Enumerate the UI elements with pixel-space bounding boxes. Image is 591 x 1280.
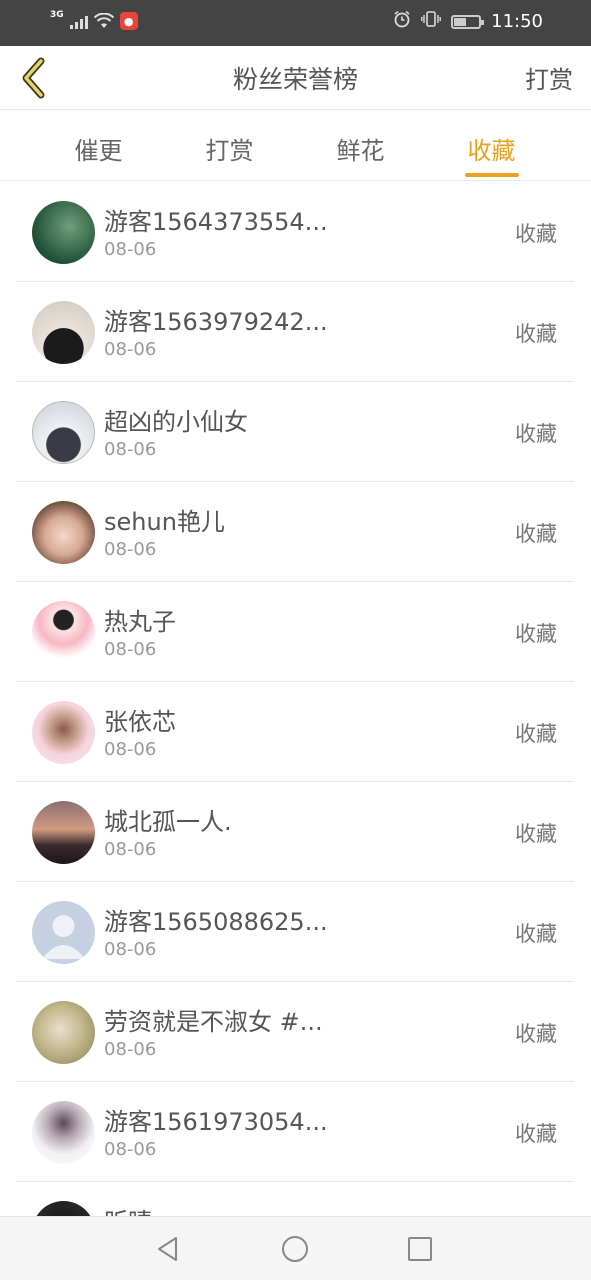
fan-list[interactable]: 游客1564373554... 08-06 收藏 游客1563979242...… <box>16 182 574 1216</box>
fan-name: 热丸子 <box>104 608 176 636</box>
fan-date: 08-06 <box>104 339 157 360</box>
fan-name: 超凶的小仙女 <box>104 408 248 436</box>
tab-flowers[interactable]: 鲜花 <box>295 111 426 181</box>
fan-name: 张依芯 <box>104 708 176 736</box>
tip-button[interactable]: 打赏 <box>525 60 573 95</box>
fan-name: 游客1564373554... <box>104 208 328 236</box>
fan-name: 劳资就是不淑女 #... <box>104 1008 323 1036</box>
fan-action: 收藏 <box>515 422 557 446</box>
status-right: 11:50 <box>393 10 543 33</box>
tab-tip[interactable]: 打赏 <box>164 111 295 181</box>
list-item[interactable]: 昕晴 08-06 收藏 <box>16 1182 574 1216</box>
fan-date: 08-06 <box>104 1139 157 1160</box>
tab-favorites[interactable]: 收藏 <box>426 111 557 181</box>
square-recents-icon <box>408 1237 432 1261</box>
fan-action: 收藏 <box>515 322 557 346</box>
fan-action: 收藏 <box>515 922 557 946</box>
list-item[interactable]: 城北孤一人. 08-06 收藏 <box>16 782 574 882</box>
fan-date: 08-06 <box>104 739 157 760</box>
app-notification-icon: ● <box>119 12 138 30</box>
list-item[interactable]: 游客1564373554... 08-06 收藏 <box>16 182 574 282</box>
list-item[interactable]: 游客1565088625... 08-06 收藏 <box>16 882 574 982</box>
status-bar: 3G ● 11:50 <box>0 0 591 46</box>
page-title: 粉丝荣誉榜 <box>232 65 358 94</box>
list-item[interactable]: 游客1561973054... 08-06 收藏 <box>16 1082 574 1182</box>
nav-recents-button[interactable] <box>404 1233 436 1265</box>
avatar <box>32 501 95 564</box>
fan-action: 收藏 <box>515 722 557 746</box>
list-item[interactable]: 热丸子 08-06 收藏 <box>16 582 574 682</box>
avatar <box>32 1001 95 1064</box>
fan-name: 游客1565088625... <box>104 908 328 936</box>
nav-home-button[interactable] <box>279 1233 311 1265</box>
fan-name: sehun艳儿 <box>104 508 225 536</box>
fan-name: 昕晴 <box>104 1202 152 1216</box>
fan-action: 收藏 <box>515 222 557 246</box>
avatar <box>32 1201 95 1216</box>
avatar <box>32 601 95 664</box>
alarm-icon <box>393 10 411 33</box>
status-time: 11:50 <box>491 11 543 32</box>
list-item[interactable]: 超凶的小仙女 08-06 收藏 <box>16 382 574 482</box>
battery-icon <box>451 14 485 29</box>
tab-urge[interactable]: 催更 <box>33 111 164 181</box>
fan-action: 收藏 <box>515 822 557 846</box>
fan-action: 收藏 <box>515 1122 557 1146</box>
vibrate-icon <box>421 10 442 33</box>
list-item[interactable]: 张依芯 08-06 收藏 <box>16 682 574 782</box>
wifi-icon <box>93 13 114 29</box>
avatar <box>32 801 95 864</box>
fan-date: 08-06 <box>104 439 157 460</box>
avatar <box>32 1101 95 1164</box>
list-item[interactable]: 游客1563979242... 08-06 收藏 <box>16 282 574 382</box>
fan-action: 收藏 <box>515 622 557 646</box>
fan-name: 游客1563979242... <box>104 308 328 336</box>
avatar <box>32 201 95 264</box>
app-header: 粉丝荣誉榜 打赏 <box>0 46 591 110</box>
fan-date: 08-06 <box>104 839 157 860</box>
tab-bar: 催更 打赏 鲜花 收藏 <box>0 111 591 181</box>
avatar <box>32 301 95 364</box>
avatar <box>32 401 95 464</box>
list-item[interactable]: 劳资就是不淑女 #... 08-06 收藏 <box>16 982 574 1082</box>
nav-back-button[interactable] <box>152 1233 184 1265</box>
signal-icon <box>69 13 88 29</box>
system-nav-bar <box>0 1216 591 1280</box>
fan-date: 08-06 <box>104 239 157 260</box>
fan-date: 08-06 <box>104 939 157 960</box>
list-item[interactable]: sehun艳儿 08-06 收藏 <box>16 482 574 582</box>
default-avatar-icon <box>32 901 95 964</box>
fan-date: 08-06 <box>104 539 157 560</box>
status-left: 3G ● <box>50 10 138 30</box>
circle-home-icon <box>282 1236 308 1262</box>
network-type: 3G <box>50 10 64 20</box>
fan-name: 城北孤一人. <box>104 808 232 836</box>
triangle-back-icon <box>158 1237 177 1261</box>
fan-date: 08-06 <box>104 1039 157 1060</box>
fan-date: 08-06 <box>104 639 157 660</box>
fan-action: 收藏 <box>515 1022 557 1046</box>
avatar <box>32 701 95 764</box>
fan-name: 游客1561973054... <box>104 1108 328 1136</box>
fan-action: 收藏 <box>515 522 557 546</box>
active-tab-indicator <box>464 173 519 177</box>
